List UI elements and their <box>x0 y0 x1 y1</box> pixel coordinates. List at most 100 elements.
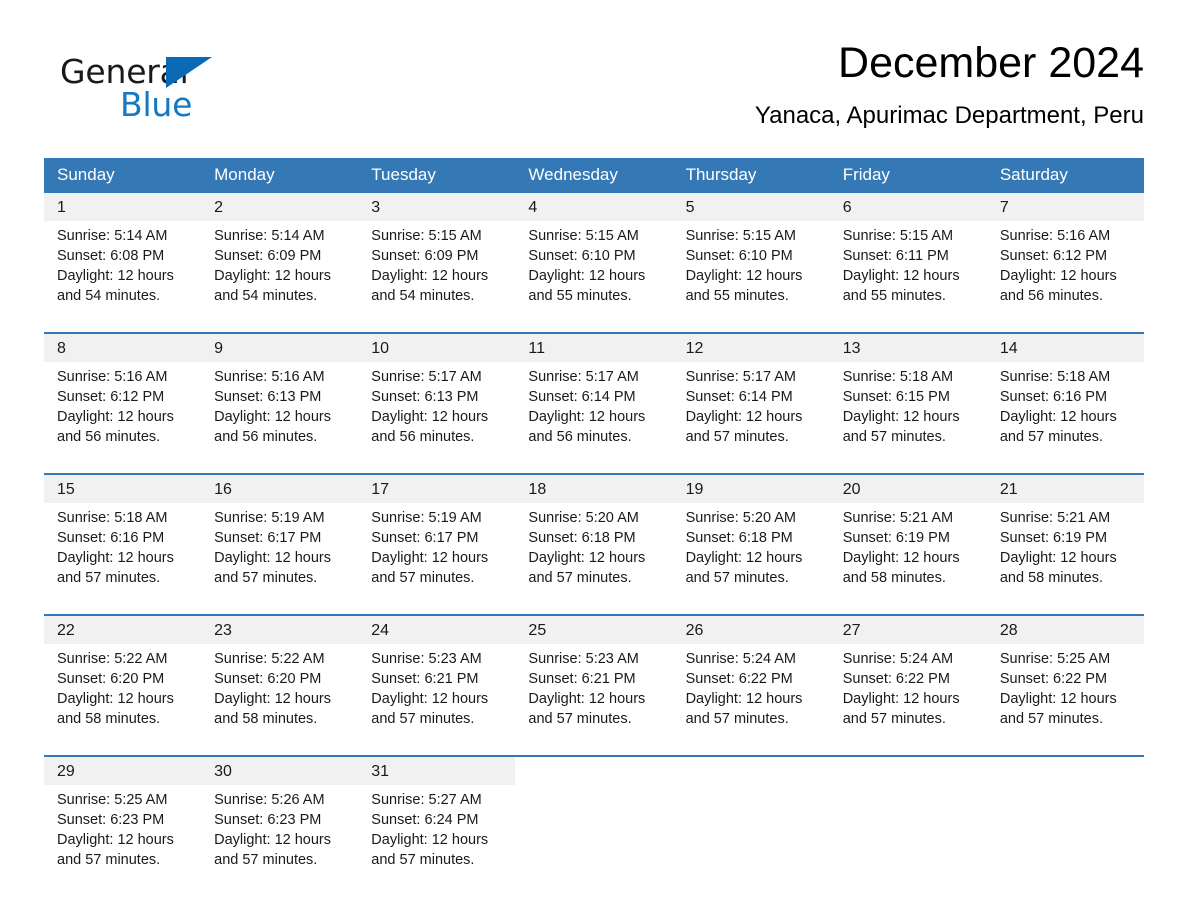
generalblue-logo[interactable]: General Blue <box>60 52 320 132</box>
day-cell[interactable]: Sunrise: 5:22 AM Sunset: 6:20 PM Dayligh… <box>201 644 359 743</box>
day-number[interactable]: 22 <box>44 615 202 644</box>
day-number[interactable]: 10 <box>358 333 516 362</box>
week-daynum-row: 29 30 31 <box>44 756 1144 785</box>
weekday-header-monday: Monday <box>201 158 359 193</box>
daylight-text-line1: Daylight: 12 hours <box>999 550 1117 566</box>
day-cell[interactable]: Sunrise: 5:14 AM Sunset: 6:08 PM Dayligh… <box>44 221 202 320</box>
calendar-page: General Blue December 2024 Yanaca, Apuri… <box>0 0 1188 918</box>
day-number[interactable]: 15 <box>44 474 202 503</box>
day-number[interactable]: 1 <box>44 193 202 221</box>
daylight-text-line1: Daylight: 12 hours <box>214 550 332 566</box>
triangle-icon <box>166 57 212 88</box>
daylight-text-line2: and 56 minutes. <box>999 288 1104 304</box>
sunrise-text: Sunrise: 5:24 AM <box>685 651 796 667</box>
day-number[interactable]: 28 <box>986 615 1144 644</box>
day-cell[interactable]: Sunrise: 5:25 AM Sunset: 6:23 PM Dayligh… <box>44 785 202 884</box>
day-cell[interactable]: Sunrise: 5:23 AM Sunset: 6:21 PM Dayligh… <box>358 644 516 743</box>
day-number[interactable]: 9 <box>201 333 359 362</box>
daylight-text-line2: and 57 minutes. <box>528 570 632 586</box>
day-number[interactable]: 21 <box>986 474 1144 503</box>
day-number[interactable]: 24 <box>358 615 516 644</box>
sunrise-text: Sunrise: 5:14 AM <box>57 228 168 244</box>
daylight-text-line1: Daylight: 12 hours <box>371 832 489 848</box>
daylight-text-line2: and 56 minutes. <box>528 429 632 445</box>
day-number[interactable]: 23 <box>201 615 359 644</box>
day-cell[interactable]: Sunrise: 5:23 AM Sunset: 6:21 PM Dayligh… <box>515 644 673 743</box>
sunrise-text: Sunrise: 5:23 AM <box>371 651 482 667</box>
day-cell[interactable]: Sunrise: 5:16 AM Sunset: 6:13 PM Dayligh… <box>201 362 359 461</box>
day-cell[interactable]: Sunrise: 5:19 AM Sunset: 6:17 PM Dayligh… <box>201 503 359 602</box>
daylight-text-line2: and 58 minutes. <box>57 711 161 727</box>
day-number[interactable]: 14 <box>986 333 1144 362</box>
day-number[interactable]: 13 <box>829 333 987 362</box>
day-number[interactable]: 27 <box>829 615 987 644</box>
sunrise-text: Sunrise: 5:25 AM <box>57 792 168 808</box>
sunrise-text: Sunrise: 5:21 AM <box>842 510 954 526</box>
daylight-text-line1: Daylight: 12 hours <box>371 691 489 707</box>
daylight-text-line2: and 57 minutes. <box>685 711 789 727</box>
day-cell[interactable]: Sunrise: 5:20 AM Sunset: 6:18 PM Dayligh… <box>515 503 673 602</box>
day-number[interactable]: 11 <box>515 333 673 362</box>
sunset-text: Sunset: 6:20 PM <box>57 671 165 687</box>
day-number[interactable]: 7 <box>986 193 1144 221</box>
day-cell[interactable]: Sunrise: 5:20 AM Sunset: 6:18 PM Dayligh… <box>672 503 830 602</box>
day-cell[interactable]: Sunrise: 5:21 AM Sunset: 6:19 PM Dayligh… <box>986 503 1144 602</box>
day-cell[interactable]: Sunrise: 5:16 AM Sunset: 6:12 PM Dayligh… <box>44 362 202 461</box>
sunrise-text: Sunrise: 5:22 AM <box>57 651 168 667</box>
day-number[interactable]: 18 <box>515 474 673 503</box>
day-cell[interactable]: Sunrise: 5:16 AM Sunset: 6:12 PM Dayligh… <box>986 221 1144 320</box>
day-number[interactable]: 25 <box>515 615 673 644</box>
sunrise-text: Sunrise: 5:15 AM <box>842 228 954 244</box>
sunrise-text: Sunrise: 5:16 AM <box>214 369 325 385</box>
day-number[interactable]: 8 <box>44 333 202 362</box>
day-cell[interactable]: Sunrise: 5:15 AM Sunset: 6:10 PM Dayligh… <box>672 221 830 320</box>
day-cell[interactable]: Sunrise: 5:21 AM Sunset: 6:19 PM Dayligh… <box>829 503 987 602</box>
sunrise-text: Sunrise: 5:24 AM <box>842 651 954 667</box>
day-number[interactable]: 31 <box>358 756 516 785</box>
day-number[interactable]: 30 <box>201 756 359 785</box>
day-cell[interactable]: Sunrise: 5:18 AM Sunset: 6:16 PM Dayligh… <box>986 362 1144 461</box>
day-cell[interactable]: Sunrise: 5:27 AM Sunset: 6:24 PM Dayligh… <box>358 785 516 884</box>
daylight-text-line2: and 58 minutes. <box>842 570 946 586</box>
day-number-empty <box>986 756 1144 785</box>
day-number[interactable]: 29 <box>44 756 202 785</box>
daylight-text-line2: and 57 minutes. <box>371 852 475 868</box>
day-number[interactable]: 19 <box>672 474 830 503</box>
day-number[interactable]: 6 <box>829 193 987 221</box>
day-cell[interactable]: Sunrise: 5:26 AM Sunset: 6:23 PM Dayligh… <box>201 785 359 884</box>
sunset-text: Sunset: 6:18 PM <box>528 530 636 546</box>
week-daynum-row: 1 2 3 4 5 6 7 <box>44 193 1144 221</box>
day-number[interactable]: 5 <box>672 193 830 221</box>
daylight-text-line1: Daylight: 12 hours <box>214 832 332 848</box>
day-cell[interactable]: Sunrise: 5:25 AM Sunset: 6:22 PM Dayligh… <box>986 644 1144 743</box>
day-cell[interactable]: Sunrise: 5:24 AM Sunset: 6:22 PM Dayligh… <box>672 644 830 743</box>
day-cell[interactable]: Sunrise: 5:17 AM Sunset: 6:13 PM Dayligh… <box>358 362 516 461</box>
day-cell[interactable]: Sunrise: 5:19 AM Sunset: 6:17 PM Dayligh… <box>358 503 516 602</box>
day-number[interactable]: 3 <box>358 193 516 221</box>
day-cell[interactable]: Sunrise: 5:18 AM Sunset: 6:15 PM Dayligh… <box>829 362 987 461</box>
day-cell[interactable]: Sunrise: 5:15 AM Sunset: 6:09 PM Dayligh… <box>358 221 516 320</box>
day-cell[interactable]: Sunrise: 5:15 AM Sunset: 6:11 PM Dayligh… <box>829 221 987 320</box>
day-number[interactable]: 20 <box>829 474 987 503</box>
day-cell[interactable]: Sunrise: 5:17 AM Sunset: 6:14 PM Dayligh… <box>672 362 830 461</box>
daylight-text-line2: and 55 minutes. <box>685 288 789 304</box>
day-cell[interactable]: Sunrise: 5:18 AM Sunset: 6:16 PM Dayligh… <box>44 503 202 602</box>
day-cell[interactable]: Sunrise: 5:17 AM Sunset: 6:14 PM Dayligh… <box>515 362 673 461</box>
sunrise-text: Sunrise: 5:17 AM <box>528 369 639 385</box>
day-number[interactable]: 16 <box>201 474 359 503</box>
daylight-text-line2: and 57 minutes. <box>214 852 318 868</box>
day-cell[interactable]: Sunrise: 5:15 AM Sunset: 6:10 PM Dayligh… <box>515 221 673 320</box>
sunrise-text: Sunrise: 5:25 AM <box>999 651 1111 667</box>
day-cell[interactable]: Sunrise: 5:14 AM Sunset: 6:09 PM Dayligh… <box>201 221 359 320</box>
day-cell[interactable]: Sunrise: 5:24 AM Sunset: 6:22 PM Dayligh… <box>829 644 987 743</box>
day-number[interactable]: 12 <box>672 333 830 362</box>
daylight-text-line1: Daylight: 12 hours <box>57 691 174 707</box>
sunset-text: Sunset: 6:17 PM <box>214 530 322 546</box>
sunset-text: Sunset: 6:12 PM <box>57 389 165 405</box>
day-number[interactable]: 17 <box>358 474 516 503</box>
day-number[interactable]: 2 <box>201 193 359 221</box>
day-number[interactable]: 26 <box>672 615 830 644</box>
day-number[interactable]: 4 <box>515 193 673 221</box>
sunset-text: Sunset: 6:09 PM <box>371 248 479 264</box>
day-cell[interactable]: Sunrise: 5:22 AM Sunset: 6:20 PM Dayligh… <box>44 644 202 743</box>
